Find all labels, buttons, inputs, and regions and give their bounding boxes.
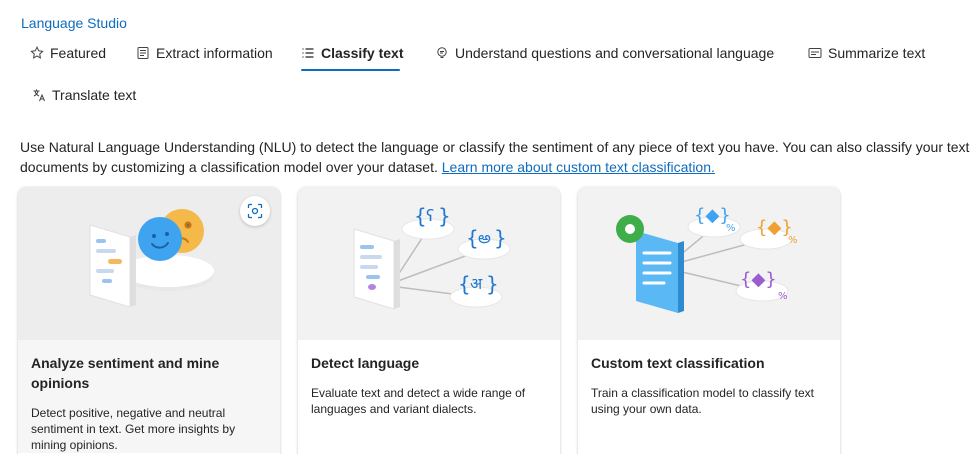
intro-paragraph: Use Natural Language Understanding (NLU)… — [20, 137, 975, 177]
card-analyze-sentiment[interactable]: Analyze sentiment and mine opinions Dete… — [18, 187, 280, 454]
card-description: Evaluate text and detect a wide range of… — [311, 386, 526, 416]
svg-text:{: { — [414, 204, 427, 228]
tab-summarize-text[interactable]: Summarize text — [808, 36, 925, 70]
summary-icon — [808, 46, 822, 60]
card-title: Detect language — [311, 355, 420, 371]
tab-understand-questions[interactable]: Understand questions and conversational … — [435, 36, 774, 70]
translate-icon — [32, 88, 46, 102]
focus-mode-button[interactable] — [240, 196, 270, 226]
document-icon — [136, 46, 150, 60]
tab-summarize-label: Summarize text — [828, 45, 926, 61]
tab-featured-label: Featured — [50, 45, 107, 61]
svg-text:%: % — [788, 235, 798, 246]
language-studio-link[interactable]: Language Studio — [21, 15, 127, 31]
tab-classify-text[interactable]: Classify text — [301, 36, 404, 71]
tab-extract-information[interactable]: Extract information — [136, 36, 273, 70]
card-title: Custom text classification — [591, 355, 765, 371]
svg-text:{: { — [458, 272, 471, 296]
list-icon — [301, 46, 315, 60]
tab-understand-label: Understand questions and conversational … — [455, 45, 775, 61]
svg-text:ʕ: ʕ — [426, 206, 434, 225]
star-icon — [30, 46, 44, 60]
svg-text:{: { — [466, 226, 479, 250]
card-description: Train a classification model to classify… — [591, 386, 814, 416]
card-title: Analyze sentiment and mine opinions — [31, 355, 220, 391]
card-detect-language[interactable]: { ʕ } { అ } { अ } Detect language Evalua… — [298, 187, 560, 454]
svg-text:{◆}: {◆} — [740, 269, 777, 290]
svg-text:अ: अ — [470, 274, 483, 293]
svg-text:}: } — [486, 272, 499, 296]
tab-translate-text[interactable]: Translate text — [32, 78, 136, 112]
card-description: Detect positive, negative and neutral se… — [31, 406, 236, 452]
tab-featured[interactable]: Featured — [30, 36, 106, 70]
svg-text:%: % — [726, 223, 736, 234]
svg-text:}: } — [438, 204, 451, 228]
scan-focus-icon — [247, 203, 263, 219]
classification-illustration: {◆} % {◆} % {◆} % — [578, 187, 840, 340]
chat-bulb-icon — [435, 46, 449, 60]
tab-classify-label: Classify text — [321, 45, 404, 61]
svg-text:అ: అ — [478, 228, 491, 247]
svg-text:%: % — [778, 291, 788, 302]
sentiment-illustration — [18, 187, 280, 340]
language-illustration: { ʕ } { అ } { अ } — [298, 187, 560, 340]
svg-text:}: } — [494, 226, 507, 250]
tab-translate-label: Translate text — [52, 87, 137, 103]
card-custom-text-classification[interactable]: {◆} % {◆} % {◆} % Custom text classifica… — [578, 187, 840, 454]
tab-extract-label: Extract information — [156, 45, 273, 61]
learn-more-link[interactable]: Learn more about custom text classificat… — [442, 159, 715, 175]
